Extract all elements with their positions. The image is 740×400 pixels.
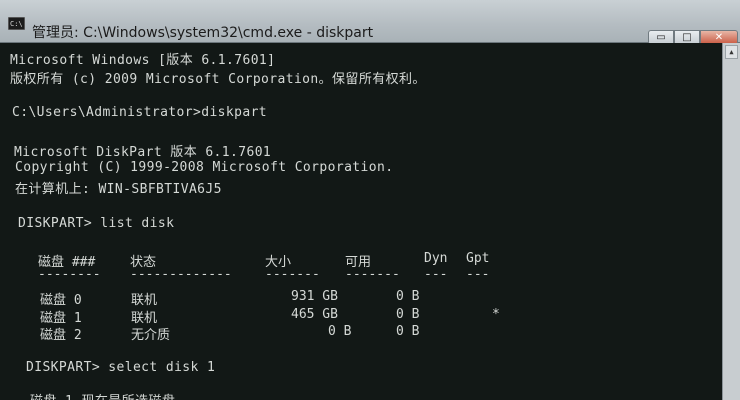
prompt-diskpart: C:\Users\Administrator>diskpart	[12, 105, 268, 120]
row-status: 联机	[131, 293, 158, 308]
window-title: 管理员: C:\Windows\system32\cmd.exe - diskp…	[32, 25, 374, 41]
cmd-icon[interactable]: C:\	[8, 17, 25, 30]
row-size: 0 B	[328, 324, 352, 339]
banner-copyright: 版权所有 (c) 2009 Microsoft Corporation。保留所有…	[10, 72, 426, 87]
separator-dyn: ---	[424, 267, 448, 282]
row-size: 931 GB	[291, 289, 338, 304]
scroll-up-arrow-icon[interactable]: ▲	[725, 45, 738, 59]
row-disk: 磁盘 0	[40, 293, 82, 308]
command-result: 磁盘 1 现在是所选磁盘。	[30, 390, 189, 400]
separator-status: -------------	[130, 267, 232, 282]
row-free: 0 B	[396, 307, 420, 322]
separator-size: -------	[265, 267, 320, 282]
header-dyn: Dyn	[424, 251, 448, 266]
header-gpt: Gpt	[466, 251, 490, 266]
computer-name: 在计算机上: WIN-SBFBTIVA6J5	[15, 182, 222, 197]
row-size: 465 GB	[291, 307, 338, 322]
separator-gpt: ---	[466, 267, 490, 282]
console-output[interactable]: Microsoft Windows [版本 6.1.7601] 版权所有 (c)…	[0, 43, 722, 400]
diskpart-version: Microsoft DiskPart 版本 6.1.7601	[14, 145, 272, 160]
separator-free: -------	[345, 267, 400, 282]
command-select-disk: DISKPART> select disk 1	[26, 360, 216, 375]
row-disk: 磁盘 2	[40, 328, 82, 343]
vertical-scrollbar[interactable]: ▲	[722, 43, 740, 400]
title-bar[interactable]: C:\ 管理员: C:\Windows\system32\cmd.exe - d…	[0, 0, 740, 45]
row-free: 0 B	[396, 324, 420, 339]
cmd-window: C:\ 管理员: C:\Windows\system32\cmd.exe - d…	[0, 0, 740, 400]
row-status: 无介质	[131, 328, 171, 343]
command-list-disk: DISKPART> list disk	[18, 216, 175, 231]
row-gpt: *	[492, 307, 500, 322]
banner-version: Microsoft Windows [版本 6.1.7601]	[10, 53, 276, 68]
diskpart-copyright: Copyright (C) 1999-2008 Microsoft Corpor…	[15, 160, 394, 175]
row-free: 0 B	[396, 289, 420, 304]
separator-disk: --------	[38, 267, 101, 282]
